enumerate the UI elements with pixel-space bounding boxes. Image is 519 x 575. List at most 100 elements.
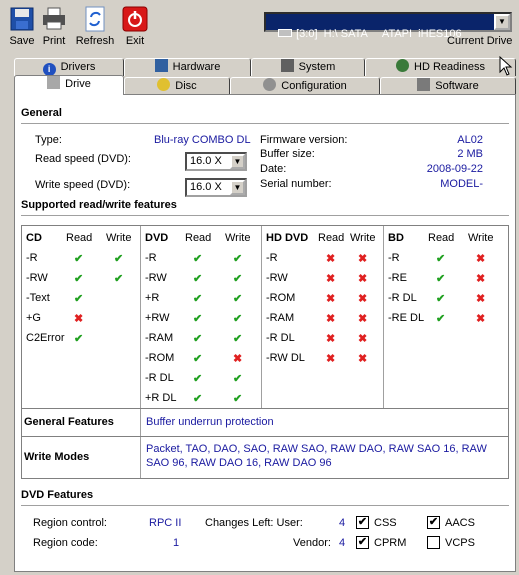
bd-row-label: -RE DL (388, 312, 425, 324)
type-label: Type: (35, 134, 62, 146)
dvd-row-label: +RW (145, 312, 170, 324)
region-control-label: Region control: (33, 517, 107, 529)
check-icon: ✔ (233, 393, 243, 405)
check-icon: ✔ (74, 333, 84, 345)
hardware-icon (154, 59, 168, 72)
hddvd-row-label: -RW (266, 272, 288, 284)
cross-icon: ✖ (326, 353, 336, 365)
cross-icon: ✖ (476, 253, 486, 265)
tab-disc[interactable]: Disc (124, 77, 230, 95)
cd-row-label: -R (26, 252, 38, 264)
cd-write-header: Write (106, 232, 132, 244)
cross-icon: ✖ (233, 353, 243, 365)
exit-button[interactable]: Exit (113, 4, 157, 50)
check-icon: ✔ (193, 293, 203, 305)
buffer-label: Buffer size: (260, 148, 315, 160)
tab-drive[interactable]: Drive (14, 75, 124, 95)
drive-panel: General Type: Blu-ray COMBO DL Read spee… (14, 94, 516, 572)
serial-value: MODEL- (440, 178, 483, 190)
read-speed-label: Read speed (DVD): (35, 153, 131, 165)
check-icon: ✔ (74, 253, 84, 265)
bd-row-label: -R DL (388, 292, 417, 304)
check-icon: ✔ (114, 273, 124, 285)
vendor-label: Vendor: (293, 537, 331, 549)
cross-icon: ✖ (358, 333, 368, 345)
tab-drivers[interactable]: i Drivers (14, 58, 124, 76)
tab-hardware[interactable]: Hardware (124, 58, 251, 76)
check-icon: ✔ (193, 393, 203, 405)
cross-icon: ✖ (326, 333, 336, 345)
hddvd-header: HD DVD (266, 232, 309, 244)
date-label: Date: (260, 163, 287, 175)
vendor-value: 4 (339, 537, 346, 549)
drive-selector-value: [3:0] H:\ SATA ATAPI iHES106 (296, 28, 462, 40)
print-button[interactable]: Print (32, 4, 76, 50)
hd-readiness-icon (396, 59, 410, 72)
serial-label: Serial number: (260, 178, 332, 190)
aacs-checkbox[interactable]: ✔ (427, 516, 440, 529)
cross-icon: ✖ (476, 313, 486, 325)
region-code-value: 1 (173, 537, 180, 549)
hddvd-row-label: -RW DL (266, 352, 305, 364)
chevron-down-icon[interactable]: ▼ (494, 14, 510, 30)
cd-row-label: +G (26, 312, 41, 324)
check-icon: ✔ (193, 313, 203, 325)
read-speed-select[interactable]: 16.0 X ▼ (185, 152, 247, 171)
check-icon: ✔ (233, 253, 243, 265)
cprm-checkbox[interactable]: ✔ (356, 536, 369, 549)
chevron-down-icon[interactable]: ▼ (230, 180, 245, 195)
tab-system[interactable]: System (251, 58, 365, 76)
check-icon: ✔ (193, 373, 203, 385)
cross-icon: ✖ (358, 273, 368, 285)
check-icon: ✔ (74, 293, 84, 305)
tab-software[interactable]: Software (380, 77, 516, 95)
cross-icon: ✖ (476, 273, 486, 285)
css-checkbox[interactable]: ✔ (356, 516, 369, 529)
write-modes-value: Packet, TAO, DAO, SAO, RAW SAO, RAW DAO,… (146, 443, 487, 469)
cprm-label: CPRM (374, 537, 407, 549)
check-icon: ✔ (233, 273, 243, 285)
write-speed-label: Write speed (DVD): (35, 179, 131, 191)
refresh-button[interactable]: Refresh (73, 4, 117, 50)
check-icon: ✔ (193, 353, 203, 365)
bd-row-label: -R (388, 252, 400, 264)
write-modes-label: Write Modes (24, 451, 90, 463)
disc-icon (157, 78, 171, 91)
dvd-row-label: +R (145, 292, 160, 304)
write-speed-select[interactable]: 16.0 X ▼ (185, 178, 247, 197)
region-control-value: RPC II (149, 517, 182, 529)
changes-user-value: 4 (339, 517, 346, 529)
hddvd-row-label: -R DL (266, 332, 295, 344)
general-features-row: General Features Buffer underrun protect… (21, 409, 509, 437)
power-icon (122, 6, 148, 32)
cross-icon: ✖ (476, 293, 486, 305)
features-table: CD Read Write -R ✔ ✔ -RW ✔ ✔ -Text ✔ +G ✖ C2Error ✔ DVD… (21, 225, 509, 409)
drive-icon (278, 29, 293, 37)
drive-selector[interactable]: [3:0] H:\ SATA ATAPI iHES106 ▼ (264, 12, 512, 40)
firmware-label: Firmware version: (260, 134, 348, 146)
hddvd-write-header: Write (350, 232, 376, 244)
check-icon: ✔ (436, 313, 446, 325)
chevron-down-icon[interactable]: ▼ (230, 154, 245, 169)
gear-icon (263, 78, 277, 91)
exit-label: Exit (125, 35, 145, 47)
cross-icon: ✖ (74, 313, 84, 325)
vcps-label: VCPS (445, 537, 475, 549)
aacs-label: AACS (445, 517, 475, 529)
dvd-row-label: +R DL (145, 392, 177, 404)
check-icon: ✔ (193, 253, 203, 265)
cross-icon: ✖ (358, 253, 368, 265)
tab-hd-readiness[interactable]: HD Readiness (365, 58, 516, 76)
dvd-features-section-title: DVD Features (21, 489, 94, 501)
bd-row-label: -RE (388, 272, 407, 284)
cross-icon: ✖ (326, 273, 336, 285)
software-icon (417, 78, 431, 91)
cd-row-label: -RW (26, 272, 48, 284)
vcps-checkbox[interactable] (427, 536, 440, 549)
tab-configuration[interactable]: Configuration (230, 77, 380, 95)
general-section-title: General (21, 107, 62, 119)
printer-icon (43, 7, 65, 30)
general-features-value: Buffer underrun protection (146, 416, 274, 428)
features-section-title: Supported read/write features (21, 199, 177, 211)
dvd-row-label: -ROM (145, 352, 175, 364)
